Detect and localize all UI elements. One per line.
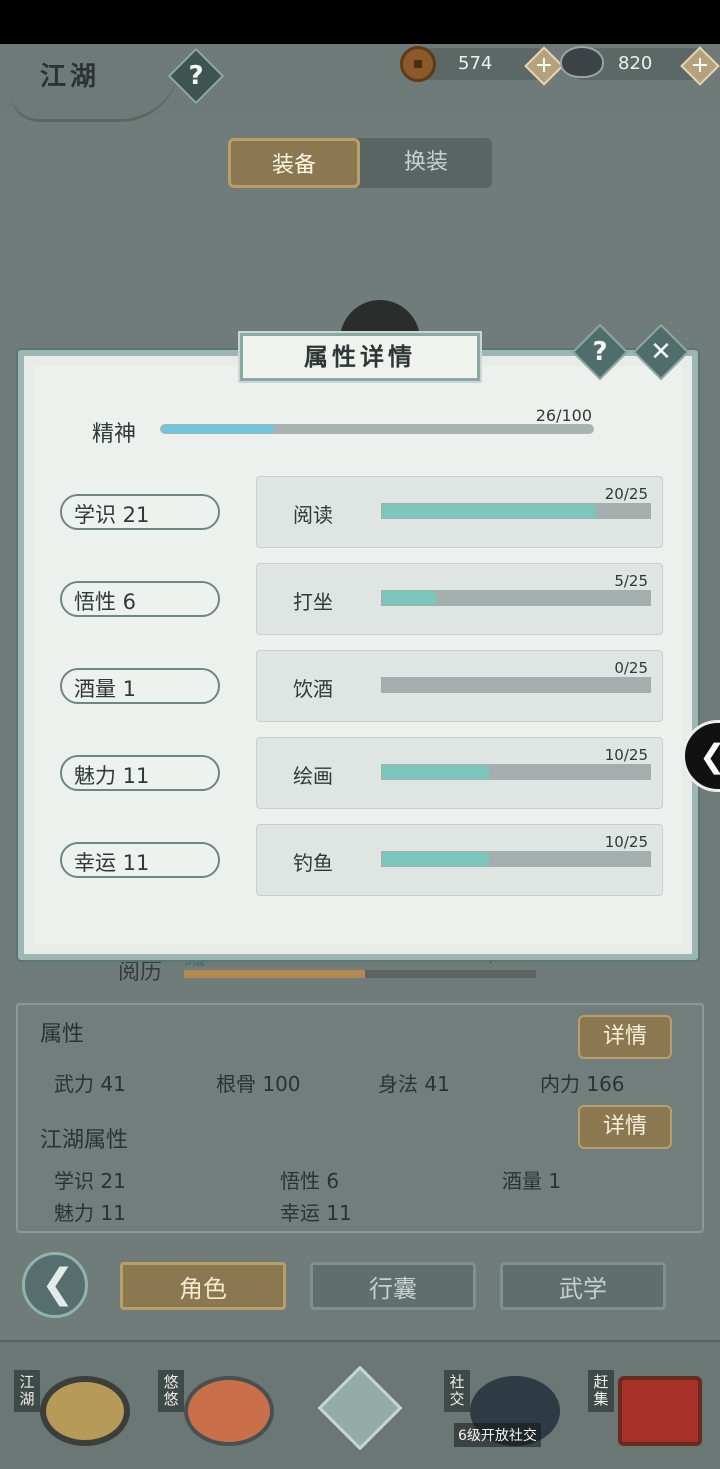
stat-insight: 悟性 6 bbox=[280, 1169, 340, 1193]
page-title: 江湖 bbox=[40, 62, 101, 92]
tab-switch-outfit[interactable]: 换装 bbox=[360, 138, 492, 188]
status-bar bbox=[0, 0, 720, 44]
skill-card-reading: 阅读 20/25 bbox=[256, 476, 663, 548]
skill-progress-value: 0/25 bbox=[614, 659, 648, 677]
stat-constitution: 根骨 100 bbox=[216, 1072, 301, 1096]
spirit-value: 26/100 bbox=[535, 406, 592, 425]
skill-card-fishing: 钓鱼 10/25 bbox=[256, 824, 663, 896]
spirit-label: 精神 bbox=[92, 422, 137, 447]
social-unlock-note: 6级开放社交 bbox=[454, 1423, 541, 1447]
skill-progress-bar bbox=[381, 677, 651, 693]
skill-name: 绘画 bbox=[293, 764, 333, 788]
back-arrow-icon: ❮ bbox=[41, 1261, 75, 1307]
tab-martial-arts[interactable]: 武学 bbox=[500, 1262, 666, 1310]
close-icon: ✕ bbox=[650, 337, 672, 367]
back-button[interactable]: ❮ bbox=[22, 1252, 88, 1318]
skill-name: 饮酒 bbox=[293, 677, 333, 701]
attributes-title: 属性 bbox=[40, 1022, 85, 1047]
attr-pill-label: 魅力 11 bbox=[74, 764, 150, 788]
attr-pill-drinking: 酒量 1 bbox=[60, 668, 220, 704]
silver-ingot-icon bbox=[560, 46, 604, 78]
modal-title-plate: 属性详情 bbox=[238, 331, 482, 383]
jianghu-detail-button[interactable]: 详情 bbox=[578, 1105, 672, 1149]
skill-name: 钓鱼 bbox=[293, 851, 333, 875]
skill-progress-bar bbox=[381, 851, 651, 867]
stat-luck: 幸运 11 bbox=[280, 1201, 352, 1225]
modal-title: 属性详情 bbox=[304, 342, 416, 371]
skill-card-drinking: 饮酒 0/25 bbox=[256, 650, 663, 722]
attr-pill-knowledge: 学识 21 bbox=[60, 494, 220, 530]
plus-icon: + bbox=[534, 53, 554, 78]
stat-agility: 身法 41 bbox=[378, 1072, 450, 1096]
spirit-bar-fill bbox=[162, 425, 274, 433]
nav-youyou-label: 悠悠 bbox=[158, 1370, 184, 1412]
jianghu-attributes-title: 江湖属性 bbox=[40, 1128, 129, 1153]
tab-equip[interactable]: 装备 bbox=[228, 138, 360, 188]
plus-icon: + bbox=[690, 53, 710, 78]
experience-bar bbox=[184, 970, 536, 978]
attr-pill-insight: 悟性 6 bbox=[60, 581, 220, 617]
skill-progress-bar bbox=[381, 764, 651, 780]
nav-jianghu-label: 江湖 bbox=[14, 1370, 40, 1412]
skill-progress-value: 10/25 bbox=[604, 833, 648, 851]
stat-drinking: 酒量 1 bbox=[502, 1169, 562, 1193]
swallow-icon bbox=[184, 1376, 274, 1446]
attributes-detail-button[interactable]: 详情 bbox=[578, 1015, 672, 1059]
spirit-bar bbox=[160, 424, 594, 434]
skill-progress-fill bbox=[382, 591, 436, 605]
attr-pill-luck: 幸运 11 bbox=[60, 842, 220, 878]
silver-value: 820 bbox=[618, 53, 653, 74]
equip-segment: 装备 换装 bbox=[228, 138, 492, 188]
attr-pill-label: 幸运 11 bbox=[74, 851, 150, 875]
skill-progress-value: 5/25 bbox=[614, 572, 648, 590]
bamboo-hat-icon bbox=[40, 1376, 130, 1446]
nav-social-label: 社交 bbox=[444, 1370, 470, 1412]
attr-pill-label: 酒量 1 bbox=[74, 677, 137, 701]
stat-knowledge: 学识 21 bbox=[54, 1169, 126, 1193]
attr-pill-label: 学识 21 bbox=[74, 503, 150, 527]
experience-bar-fill bbox=[184, 970, 365, 978]
nav-market-label: 赶集 bbox=[588, 1370, 614, 1412]
skill-progress-fill bbox=[382, 852, 489, 866]
copper-coin-icon bbox=[400, 46, 436, 82]
skill-progress-bar bbox=[381, 503, 651, 519]
skill-name: 阅读 bbox=[293, 503, 333, 527]
skill-progress-value: 20/25 bbox=[604, 485, 648, 503]
copper-value: 574 bbox=[458, 53, 493, 74]
tab-character[interactable]: 角色 bbox=[120, 1262, 286, 1310]
stat-charm: 魅力 11 bbox=[54, 1201, 126, 1225]
stat-inner-power: 内力 166 bbox=[540, 1072, 625, 1096]
tab-inventory[interactable]: 行囊 bbox=[310, 1262, 476, 1310]
nav-youyou[interactable]: 悠悠 bbox=[158, 1350, 278, 1460]
skill-name: 打坐 bbox=[293, 590, 333, 614]
stat-strength: 武力 41 bbox=[54, 1072, 126, 1096]
chevron-left-icon: ❮ bbox=[699, 737, 720, 775]
skill-progress-fill bbox=[382, 504, 596, 518]
nav-market[interactable]: 赶集 bbox=[588, 1350, 708, 1460]
nav-jianghu[interactable]: 江湖 bbox=[14, 1350, 134, 1460]
skill-card-painting: 绘画 10/25 bbox=[256, 737, 663, 809]
attr-pill-label: 悟性 6 bbox=[74, 590, 137, 614]
skill-card-meditation: 打坐 5/25 bbox=[256, 563, 663, 635]
question-icon: ? bbox=[188, 61, 204, 91]
skill-progress-fill bbox=[382, 765, 489, 779]
market-basket-icon bbox=[618, 1376, 702, 1446]
question-icon: ? bbox=[592, 337, 608, 367]
skill-progress-value: 10/25 bbox=[604, 746, 648, 764]
skill-progress-bar bbox=[381, 590, 651, 606]
attr-pill-charm: 魅力 11 bbox=[60, 755, 220, 791]
